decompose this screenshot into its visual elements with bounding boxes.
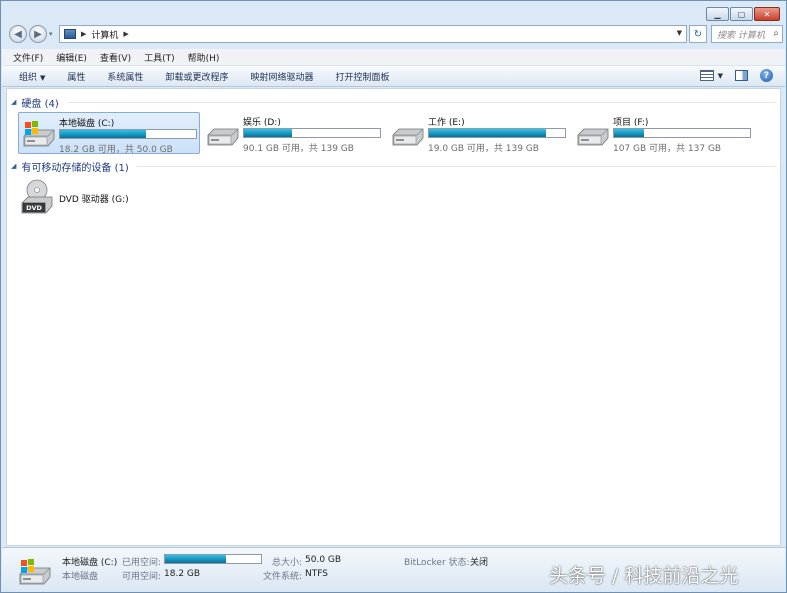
address-dropdown-icon[interactable]: ▼ — [677, 29, 682, 37]
map-network-drive-button[interactable]: 映射网络驱动器 — [250, 70, 313, 83]
address-bar[interactable]: ▶ 计算机 ▶ ▼ — [59, 25, 687, 43]
details-fs-value: NTFS — [305, 569, 328, 579]
navigation-row: ◀ ▶ ▾ ▶ 计算机 ▶ ▼ ↻ 搜索 计算机 ⌕ — [7, 23, 783, 45]
details-drive-name: 本地磁盘 (C:) — [62, 558, 118, 568]
computer-icon — [64, 29, 76, 39]
usage-bar — [59, 129, 197, 139]
properties-button[interactable]: 属性 — [67, 70, 85, 83]
details-free-label: 可用空间: — [122, 572, 162, 582]
drive-name: 工作 (E:) — [428, 118, 465, 128]
help-icon[interactable]: ? — [760, 69, 773, 82]
details-fs-label: 文件系统: — [263, 572, 303, 582]
details-bitlocker-label: BitLocker 状态: — [404, 558, 470, 568]
explorer-window: ▁ ▢ ✕ ◀ ▶ ▾ ▶ 计算机 ▶ ▼ ↻ 搜索 计算机 ⌕ 文件(F) 编… — [0, 0, 787, 593]
search-input[interactable]: 搜索 计算机 ⌕ — [711, 25, 783, 43]
details-drive-type: 本地磁盘 — [62, 572, 99, 582]
close-button[interactable]: ✕ — [754, 7, 780, 21]
drive-d[interactable]: 娱乐 (D:) 90.1 GB 可用，共 139 GB — [203, 112, 385, 154]
drive-name: 项目 (F:) — [613, 118, 649, 128]
view-options-dropdown-icon[interactable]: ▼ — [718, 72, 723, 80]
command-bar: 组织 ▼ 属性 系统属性 卸载或更改程序 映射网络驱动器 打开控制面板 ▼ ? — [2, 66, 785, 87]
refresh-icon: ↻ — [693, 28, 703, 40]
menu-file[interactable]: 文件(F) — [13, 51, 43, 64]
breadcrumb-computer[interactable]: 计算机 — [91, 28, 118, 41]
usage-bar-fill — [429, 129, 547, 137]
drive-name: 娱乐 (D:) — [243, 118, 281, 128]
minimize-icon: ▁ — [714, 9, 721, 19]
organize-button[interactable]: 组织 ▼ — [19, 70, 45, 83]
group-label-removable: 有可移动存储的设备 (1) — [21, 162, 129, 174]
breadcrumb-separator-icon[interactable]: ▶ — [81, 30, 86, 38]
maximize-button[interactable]: ▢ — [730, 7, 753, 21]
watermark-text: 头条号 / 科技前沿之光 — [549, 565, 739, 587]
usage-bar — [428, 128, 566, 138]
drive-f[interactable]: 项目 (F:) 107 GB 可用，共 137 GB — [573, 112, 755, 154]
recent-pages-dropdown[interactable]: ▾ — [49, 30, 53, 38]
system-drive-icon — [19, 559, 51, 585]
drive-free-space: 18.2 GB 可用，共 50.0 GB — [59, 145, 173, 155]
hard-drive-icon — [207, 128, 239, 146]
group-divider — [66, 101, 777, 103]
chevron-down-icon: ▼ — [40, 73, 46, 82]
change-view-icon[interactable] — [699, 70, 714, 81]
organize-label: 组织 — [19, 72, 38, 83]
menu-edit[interactable]: 编辑(E) — [56, 51, 87, 64]
file-list: ◢ 硬盘 (4) 本地磁盘 (C:) 18.2 GB 可用，共 50.0 GB — [6, 88, 781, 546]
menu-tools[interactable]: 工具(T) — [144, 51, 175, 64]
minimize-button[interactable]: ▁ — [706, 7, 729, 21]
group-header-hard-disks[interactable]: ◢ 硬盘 (4) — [7, 94, 777, 110]
forward-arrow-icon: ▶ — [34, 28, 42, 40]
drive-c[interactable]: 本地磁盘 (C:) 18.2 GB 可用，共 50.0 GB — [18, 112, 200, 155]
details-free-value: 18.2 GB — [164, 569, 201, 579]
details-usage-bar-fill — [165, 555, 227, 563]
uninstall-program-button[interactable]: 卸载或更改程序 — [165, 70, 228, 83]
preview-pane-icon[interactable] — [735, 70, 748, 81]
command-bar-right: ▼ ? — [699, 69, 773, 82]
dvd-disc-label: DVD — [26, 204, 42, 212]
drive-free-space: 19.0 GB 可用，共 139 GB — [428, 144, 539, 154]
breadcrumb-separator-icon[interactable]: ▶ — [123, 30, 128, 38]
details-used-label: 已用空间: — [122, 558, 162, 568]
collapse-triangle-icon[interactable]: ◢ — [11, 98, 16, 106]
drive-name: 本地磁盘 (C:) — [59, 119, 115, 129]
drive-free-space: 90.1 GB 可用，共 139 GB — [243, 144, 354, 154]
forward-button[interactable]: ▶ — [29, 25, 47, 43]
back-arrow-icon: ◀ — [14, 28, 22, 40]
drive-e[interactable]: 工作 (E:) 19.0 GB 可用，共 139 GB — [388, 112, 570, 154]
usage-bar-fill — [614, 129, 644, 137]
refresh-button[interactable]: ↻ — [689, 25, 707, 43]
menu-bar: 文件(F) 编辑(E) 查看(V) 工具(T) 帮助(H) — [2, 49, 785, 66]
usage-bar — [613, 128, 751, 138]
drive-free-space: 107 GB 可用，共 137 GB — [613, 144, 722, 154]
group-header-removable[interactable]: ◢ 有可移动存储的设备 (1) — [7, 158, 777, 174]
usage-bar — [243, 128, 381, 138]
menu-help[interactable]: 帮助(H) — [188, 51, 220, 64]
back-button[interactable]: ◀ — [9, 25, 27, 43]
close-icon: ✕ — [763, 9, 771, 19]
menu-view[interactable]: 查看(V) — [100, 51, 131, 64]
group-divider — [136, 165, 777, 167]
group-label-hard-disks: 硬盘 (4) — [21, 98, 59, 110]
details-bitlocker-value: 关闭 — [470, 558, 489, 568]
search-icon: ⌕ — [773, 28, 779, 39]
caption-buttons: ▁ ▢ ✕ — [706, 7, 780, 21]
search-placeholder: 搜索 计算机 — [717, 31, 765, 41]
dvd-drive-icon: DVD — [21, 179, 53, 214]
hard-drive-icon — [392, 128, 424, 146]
details-total-label: 总大小: — [272, 558, 303, 568]
hard-drive-icon — [577, 128, 609, 146]
system-drive-icon — [23, 121, 55, 147]
usage-bar-fill — [60, 130, 147, 138]
drive-name: DVD 驱动器 (G:) — [59, 195, 129, 205]
maximize-icon: ▢ — [737, 9, 746, 19]
open-control-panel-button[interactable]: 打开控制面板 — [335, 70, 389, 83]
drive-g[interactable]: DVD DVD 驱动器 (G:) — [19, 179, 179, 215]
system-properties-button[interactable]: 系统属性 — [107, 70, 143, 83]
usage-bar-fill — [244, 129, 292, 137]
collapse-triangle-icon[interactable]: ◢ — [11, 162, 16, 170]
details-total-value: 50.0 GB — [305, 555, 342, 565]
details-usage-bar — [164, 554, 262, 564]
